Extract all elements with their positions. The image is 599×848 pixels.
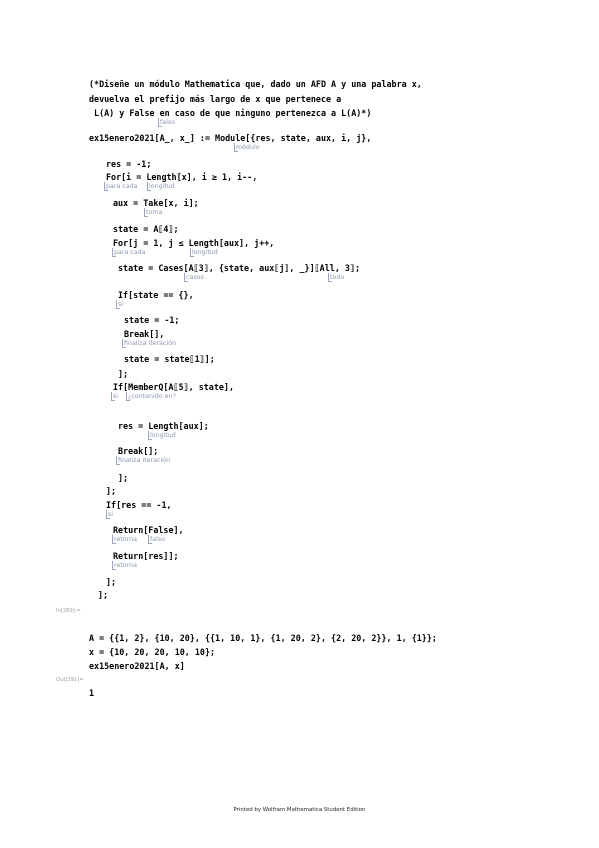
- code-line[interactable]: Break[],: [124, 329, 164, 339]
- code-line[interactable]: L(A) y False en caso de que ninguno pert…: [89, 108, 371, 118]
- code-line[interactable]: If[MemberQ[A⟦5⟧, state],: [113, 382, 234, 392]
- output-value: 1: [89, 688, 95, 698]
- hint-break: finaliza iteración: [115, 456, 171, 465]
- input-cell-label: In[289]:=: [56, 608, 81, 614]
- code-line[interactable]: If[state == {},: [118, 290, 194, 300]
- code-line[interactable]: For[j = 1, j ≤ Length[aux], j++,: [113, 238, 274, 248]
- hint-return: retorna: [112, 535, 137, 544]
- code-line[interactable]: ];: [106, 486, 116, 496]
- hint-if: si: [105, 510, 114, 519]
- hint-length: longitud: [190, 248, 218, 257]
- code-line[interactable]: state = -1;: [124, 315, 179, 325]
- code-line[interactable]: Return[False],: [113, 525, 184, 535]
- input-line[interactable]: ex15enero2021[A, x]: [89, 661, 185, 671]
- code-line[interactable]: Return[res]];: [113, 551, 179, 561]
- hint-for: para cada: [103, 182, 138, 191]
- code-line[interactable]: ex15enero2021[A_, x_] := Module[{res, st…: [89, 133, 371, 143]
- code-line[interactable]: state = state⟦1⟧];: [124, 354, 215, 364]
- hint-falso: falso: [148, 535, 165, 544]
- input-line[interactable]: A = {{1, 2}, {10, 20}, {{1, 10, 1}, {1, …: [89, 633, 437, 643]
- code-line[interactable]: state = A⟦4⟧;: [113, 224, 179, 234]
- code-line[interactable]: aux = Take[x, i];: [113, 198, 199, 208]
- hint-if: si: [110, 392, 119, 401]
- code-line[interactable]: Break[];: [118, 446, 158, 456]
- code-line[interactable]: ];: [118, 473, 128, 483]
- hint-module: módulo: [234, 143, 260, 152]
- hint-length: longitud: [147, 182, 175, 191]
- print-footer: Printed by Wolfram Mathematica Student E…: [233, 807, 366, 813]
- input-line[interactable]: x = {10, 20, 20, 10, 10};: [89, 647, 215, 657]
- code-line[interactable]: For[i = Length[x], i ≥ 1, i--,: [106, 172, 257, 182]
- hint-falso: falso: [158, 118, 175, 127]
- code-line[interactable]: ];: [106, 577, 116, 587]
- notebook-page: (*Diseñe un módulo Mathematica que, dado…: [0, 0, 599, 848]
- code-line[interactable]: If[res == -1,: [106, 500, 172, 510]
- hint-for: para cada: [111, 248, 146, 257]
- output-cell-label: Out[291]=: [56, 677, 84, 683]
- hint-length: longitud: [148, 431, 176, 440]
- code-line[interactable]: res = -1;: [106, 159, 151, 169]
- code-line[interactable]: state = Cases[A⟦3⟧, {state, aux⟦j⟧, _}]⟦…: [118, 263, 360, 273]
- code-line[interactable]: ];: [118, 369, 128, 379]
- hint-take: toma: [143, 208, 163, 217]
- code-line[interactable]: devuelva el prefijo más largo de x que p…: [89, 94, 341, 104]
- hint-if: si: [115, 300, 124, 309]
- hint-return: retorna: [112, 561, 137, 570]
- code-line[interactable]: res = Length[aux];: [118, 421, 209, 431]
- hint-memberq: ¿contenido en?: [126, 392, 176, 401]
- code-line[interactable]: (*Diseñe un módulo Mathematica que, dado…: [89, 79, 422, 89]
- hint-all: todo: [327, 273, 345, 282]
- code-line[interactable]: ];: [98, 590, 108, 600]
- hint-break: finaliza iteración: [121, 339, 177, 348]
- hint-cases: casos: [184, 273, 204, 282]
